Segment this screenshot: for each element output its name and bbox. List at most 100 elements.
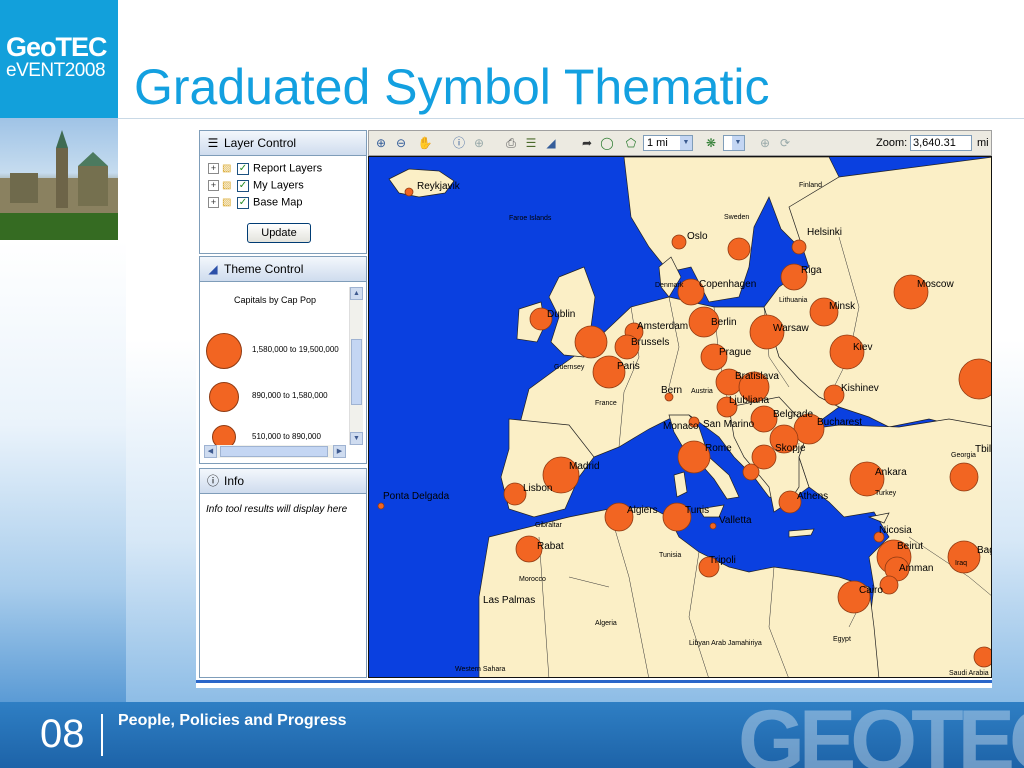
polygon-select-icon[interactable]: ⬠ <box>623 135 639 151</box>
expand-icon[interactable]: + <box>208 197 219 208</box>
legend: Capitals by Cap Pop 1,580,000 to 19,500,… <box>204 287 346 445</box>
map-label: Beirut <box>897 541 923 552</box>
parliament-photo <box>0 118 118 240</box>
layer-checkbox[interactable]: ✓ <box>237 196 249 209</box>
map-label: Warsaw <box>773 323 810 334</box>
map-label: Copenhagen <box>699 279 756 290</box>
legend-label-large: 1,580,000 to 19,500,000 <box>252 345 339 354</box>
map-label: Ankara <box>875 467 907 478</box>
map-label: Amman <box>899 563 933 574</box>
map-label: Monaco <box>663 421 699 432</box>
theme-tool-icon[interactable]: ◢ <box>543 135 559 151</box>
map-label: Amsterdam <box>637 321 688 332</box>
land-crete <box>788 528 815 538</box>
map-label: Austria <box>691 388 713 395</box>
info-tool-icon[interactable]: ⓘ <box>451 135 467 151</box>
info-panel: ⓘ Info Info tool results will display her… <box>199 468 367 678</box>
legend-symbol-small <box>212 425 236 445</box>
map-label: Reykjavik <box>417 181 461 192</box>
scroll-down-icon[interactable]: ▼ <box>350 432 363 445</box>
app-bottom-border <box>196 680 992 683</box>
zoom-input[interactable] <box>910 135 972 151</box>
refresh-icon[interactable]: ⟳ <box>777 135 793 151</box>
map-application: ☰ Layer Control + ▧ ✓ Report Layers + ▧ ✓ My La… <box>196 130 992 688</box>
map-label: Kishinev <box>841 383 879 394</box>
logo-line-1: GeoTEC <box>6 32 108 62</box>
layer-checkbox[interactable]: ✓ <box>237 162 249 175</box>
map-label: Turkey <box>875 490 897 497</box>
map-label: Georgia <box>951 452 976 459</box>
zoom-in-icon[interactable]: ⊕ <box>373 135 389 151</box>
print-icon[interactable]: ⎙ <box>503 135 519 151</box>
layer-label: My Layers <box>253 179 304 192</box>
chevron-down-icon: ▼ <box>732 136 744 150</box>
info-icon: ⓘ <box>206 474 219 488</box>
expand-icon[interactable]: + <box>208 180 219 191</box>
layer-item-my-layers[interactable]: + ▧ ✓ My Layers <box>200 177 366 194</box>
map-label: Algeria <box>595 620 617 627</box>
region-select-icon[interactable]: ❋ <box>703 135 719 151</box>
zoom-out-icon[interactable]: ⊖ <box>393 135 409 151</box>
map-label: Belgrade <box>773 409 813 420</box>
legend-vertical-scrollbar[interactable]: ▲ ▼ <box>349 287 363 445</box>
legend-title: Capitals by Cap Pop <box>233 295 317 305</box>
footer-divider <box>101 714 103 756</box>
scroll-thumb[interactable] <box>351 339 362 405</box>
footer-geotec-logo: GEOTEC <box>738 702 1024 768</box>
layer-item-base-map[interactable]: + ▧ ✓ Base Map <box>200 194 366 211</box>
layer-item-report-layers[interactable]: + ▧ ✓ Report Layers <box>200 160 366 177</box>
map-canvas[interactable]: Reykjavik Faroe Islands Oslo Sweden Finl… <box>368 156 992 678</box>
legend-horizontal-scrollbar[interactable]: ◀ ▶ <box>204 445 346 458</box>
find-icon[interactable]: ⊕ <box>471 135 487 151</box>
map-label: Oslo <box>687 231 708 242</box>
info-header[interactable]: ⓘ Info <box>200 469 366 494</box>
geotec-event-logo: GeoTEC eVENT2008 <box>0 0 118 118</box>
land-north-africa <box>478 506 880 677</box>
map-label: Morocco <box>519 576 546 583</box>
theme-control-title: Theme Control <box>224 262 304 276</box>
map-label: Moscow <box>917 279 954 290</box>
layers-tool-icon[interactable]: ☰ <box>523 135 539 151</box>
map-label: Skopje <box>775 443 806 454</box>
theme-control-panel: ◢ Theme Control Capitals by Cap Pop 1,580… <box>199 256 367 464</box>
theme-control-header[interactable]: ◢ Theme Control <box>200 257 366 282</box>
expand-icon[interactable]: + <box>208 163 219 174</box>
info-title: Info <box>224 474 245 488</box>
legend-label-small: 510,000 to 890,000 <box>252 432 321 441</box>
layer-control-header[interactable]: ☰ Layer Control <box>200 131 366 156</box>
land-sardinia <box>673 471 688 498</box>
map-label: Gibraltar <box>535 522 563 529</box>
map-label: Cairo <box>859 585 883 596</box>
map-label: Sweden <box>724 214 749 221</box>
map-label: Egypt <box>833 636 851 643</box>
layer-checkbox[interactable]: ✓ <box>237 179 249 192</box>
layer-control-panel: ☰ Layer Control + ▧ ✓ Report Layers + ▧ ✓ My La… <box>199 130 367 254</box>
map-label: Bern <box>661 385 682 396</box>
map-label: Lisbon <box>523 483 552 494</box>
slide-title: Graduated Symbol Thematic <box>134 59 770 115</box>
slide-footer: 08 People, Policies and Progress GEOTEC <box>0 702 1024 768</box>
map-label: Riga <box>801 265 822 276</box>
slide-number: 08 <box>40 712 85 756</box>
update-button[interactable]: Update <box>247 223 311 243</box>
folder-icon: ▧ <box>222 197 232 208</box>
map-label: Tunisia <box>659 552 681 559</box>
legend-label-medium: 890,000 to 1,580,000 <box>252 391 328 400</box>
scale-dropdown[interactable]: 1 mi ▼ <box>643 135 693 151</box>
map-label: Valletta <box>719 515 752 526</box>
clear-selection-icon[interactable]: ⊕ <box>757 135 773 151</box>
map-label: Bagh <box>977 545 992 556</box>
chevron-down-icon: ▼ <box>680 136 692 150</box>
map-label: Madrid <box>569 461 600 472</box>
scroll-left-icon[interactable]: ◀ <box>204 445 217 458</box>
scroll-right-icon[interactable]: ▶ <box>333 445 346 458</box>
map-label: Tunis <box>685 505 709 516</box>
map-label: Ljubljana <box>729 395 769 406</box>
radius-select-icon[interactable]: ◯ <box>599 135 615 151</box>
region-dropdown[interactable]: ▼ <box>723 135 745 151</box>
scroll-up-icon[interactable]: ▲ <box>350 287 363 300</box>
pan-hand-icon[interactable]: ✋ <box>417 135 433 151</box>
map-label: Algiers <box>627 505 658 516</box>
select-arrow-icon[interactable]: ➦ <box>579 135 595 151</box>
scroll-thumb[interactable] <box>220 446 328 457</box>
